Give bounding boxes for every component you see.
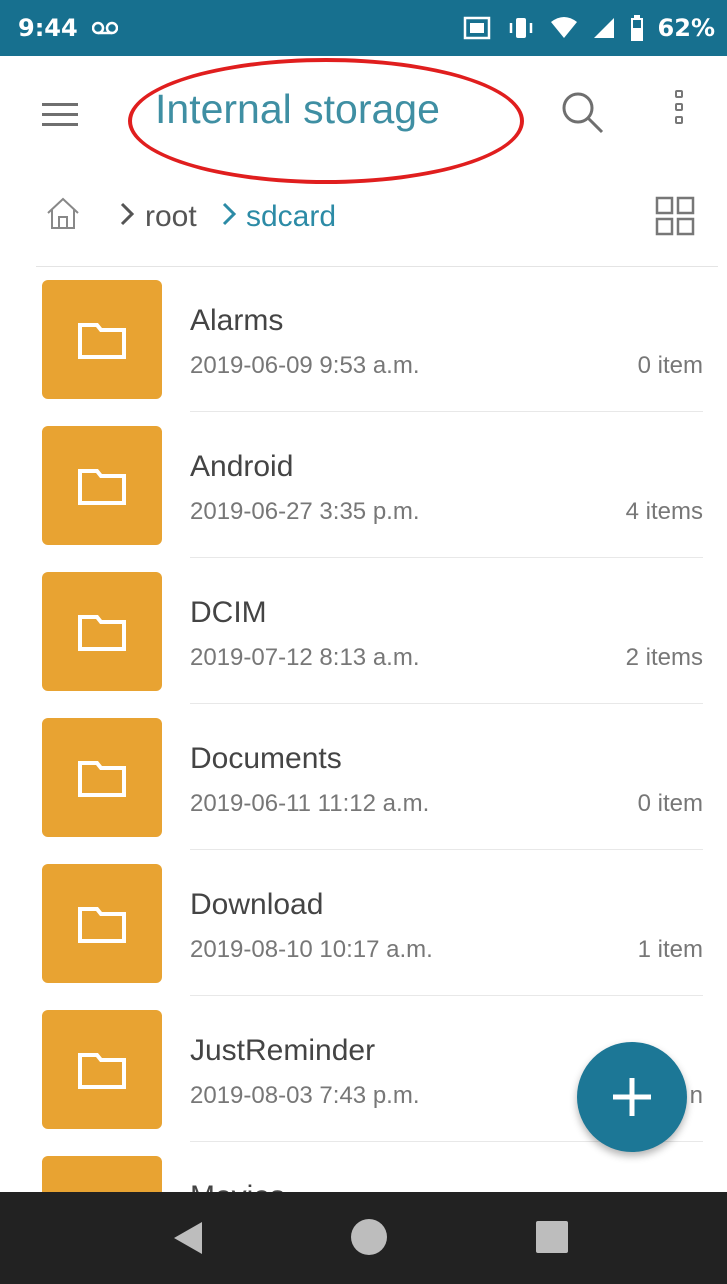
- list-item[interactable]: DCIM 2019-07-12 8:13 a.m. 2 items: [0, 558, 727, 704]
- grid-view-icon[interactable]: [655, 196, 695, 236]
- status-bar-left: 9:44: [18, 14, 118, 42]
- folder-date: 2019-08-03 7:43 p.m.: [190, 1082, 420, 1109]
- breadcrumb: root sdcard: [0, 182, 727, 267]
- folder-date: 2019-06-11 11:12 a.m.: [190, 790, 430, 817]
- folder-name: Movies: [190, 1180, 285, 1192]
- list-item[interactable]: Documents 2019-06-11 11:12 a.m. 0 item: [0, 704, 727, 850]
- folder-name: Android: [190, 450, 294, 483]
- list-item[interactable]: Android 2019-06-27 3:35 p.m. 4 items: [0, 412, 727, 558]
- wifi-icon: [550, 16, 578, 40]
- menu-icon[interactable]: [42, 94, 82, 134]
- folder-icon: [42, 1010, 162, 1129]
- signal-icon: [592, 16, 616, 40]
- list-item[interactable]: Alarms 2019-06-09 9:53 a.m. 0 item: [0, 266, 727, 412]
- battery-icon: [630, 15, 644, 41]
- folder-count: n: [689, 1082, 703, 1109]
- page-title: Internal storage: [155, 86, 440, 132]
- breadcrumb-item-root[interactable]: root: [145, 200, 197, 234]
- folder-date: 2019-08-10 10:17 a.m.: [190, 936, 433, 963]
- folder-name: DCIM: [190, 596, 267, 629]
- recent-apps-icon[interactable]: [536, 1221, 568, 1253]
- chevron-right-icon: [220, 201, 238, 227]
- status-bar: 9:44 62%: [0, 0, 727, 56]
- app-bar: Internal storage: [0, 56, 727, 184]
- folder-name: JustReminder: [190, 1034, 376, 1067]
- back-icon[interactable]: [172, 1220, 204, 1261]
- folder-name: Download: [190, 888, 324, 921]
- folder-icon: [42, 572, 162, 691]
- folder-count: 1 item: [637, 936, 703, 963]
- folder-name: Alarms: [190, 304, 284, 337]
- folder-icon: [42, 1156, 162, 1192]
- folder-count: 4 items: [625, 498, 703, 525]
- folder-icon: [42, 426, 162, 545]
- home-icon[interactable]: [45, 195, 81, 231]
- battery-percent: 62%: [657, 14, 715, 42]
- cast-icon: [462, 15, 492, 41]
- chevron-right-icon: [118, 201, 136, 227]
- folder-count: 0 item: [637, 352, 703, 379]
- home-nav-icon[interactable]: [351, 1219, 387, 1255]
- system-nav-bar: [0, 1192, 727, 1284]
- voicemail-icon: [91, 21, 118, 35]
- folder-name: Documents: [190, 742, 342, 775]
- folder-date: 2019-07-12 8:13 a.m.: [190, 644, 420, 671]
- plus-icon: [613, 1078, 651, 1116]
- status-bar-right: 62%: [462, 14, 715, 42]
- folder-date: 2019-06-09 9:53 a.m.: [190, 352, 420, 379]
- folder-icon: [42, 280, 162, 399]
- search-icon[interactable]: [558, 88, 608, 138]
- breadcrumb-item-sdcard[interactable]: sdcard: [246, 200, 336, 234]
- more-vert-icon[interactable]: [668, 90, 690, 140]
- folder-count: 0 item: [637, 790, 703, 817]
- add-button[interactable]: [577, 1042, 687, 1152]
- vibrate-icon: [506, 15, 536, 41]
- list-item[interactable]: Download 2019-08-10 10:17 a.m. 1 item: [0, 850, 727, 996]
- status-time: 9:44: [18, 14, 78, 42]
- folder-icon: [42, 864, 162, 983]
- folder-date: 2019-06-27 3:35 p.m.: [190, 498, 420, 525]
- folder-icon: [42, 718, 162, 837]
- folder-count: 2 items: [625, 644, 703, 671]
